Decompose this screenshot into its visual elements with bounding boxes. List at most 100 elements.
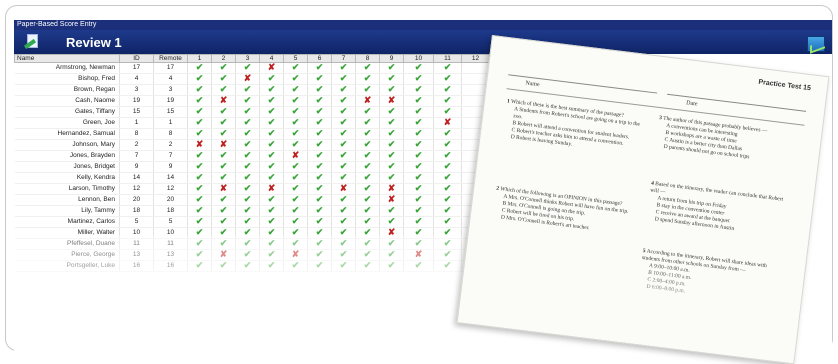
score-cell[interactable]: ✔ [187,150,212,162]
score-cell[interactable]: ✔ [283,205,308,217]
table-row[interactable]: Cash, Naome 19 19 ✔ ✘ ✔ ✔ ✔ ✔ ✔ ✘ ✘ ✔ ✔ [14,95,490,107]
score-cell[interactable]: ✔ [355,128,380,140]
score-cell[interactable]: ✔ [235,194,260,206]
score-cell[interactable]: ✔ [283,84,308,96]
score-cell[interactable]: ✔ [331,84,356,96]
score-cell[interactable]: ✔ [259,95,284,107]
table-row[interactable]: Kelly, Kendra 14 14 ✔ ✔ ✔ ✔ ✔ ✔ ✔ ✔ ✔ ✔ ✔ [14,172,490,184]
score-cell[interactable]: ✔ [211,150,236,162]
column-header[interactable]: 12 [461,54,490,63]
score-cell[interactable]: ✔ [259,172,284,184]
score-cell[interactable]: ✔ [307,84,332,96]
score-cell[interactable]: ✔ [403,73,434,85]
table-row[interactable]: Lennon, Ben 20 20 ✔ ✔ ✔ ✔ ✔ ✔ ✔ ✔ ✘ ✔ ✔ [14,194,490,206]
score-cell[interactable]: ✔ [355,183,380,195]
score-cell[interactable]: ✔ [211,73,236,85]
table-row[interactable]: Armstrong, Newman 17 17 ✔ ✔ ✔ ✘ ✔ ✔ ✔ ✔ ✔ ✔ ✔ [14,62,490,74]
score-cell[interactable]: ✔ [211,205,236,217]
score-cell[interactable]: ✔ [331,216,356,228]
score-cell[interactable]: ✔ [433,84,462,96]
score-cell[interactable]: ✔ [433,216,462,228]
score-cell[interactable]: ✔ [403,117,434,129]
score-cell[interactable]: ✘ [379,194,404,206]
score-cell[interactable]: ✔ [379,161,404,173]
score-cell[interactable]: ✔ [379,205,404,217]
score-cell[interactable]: ✔ [259,84,284,96]
score-cell[interactable]: ✔ [355,73,380,85]
score-cell[interactable]: ✔ [235,62,260,74]
score-cell[interactable]: ✔ [259,161,284,173]
score-cell[interactable]: ✔ [235,183,260,195]
score-cell[interactable]: ✔ [259,117,284,129]
chart-icon[interactable] [807,36,825,52]
score-cell[interactable]: ✔ [331,150,356,162]
score-cell[interactable]: ✘ [379,183,404,195]
score-cell[interactable]: ✔ [283,62,308,74]
score-cell[interactable]: ✔ [379,150,404,162]
score-cell[interactable]: ✔ [403,161,434,173]
score-cell[interactable]: ✔ [403,84,434,96]
score-cell[interactable]: ✔ [235,216,260,228]
score-cell[interactable]: ✔ [211,106,236,118]
score-cell[interactable]: ✔ [187,216,212,228]
score-cell[interactable]: ✔ [187,73,212,85]
score-cell[interactable]: ✔ [283,95,308,107]
score-cell[interactable]: ✔ [187,128,212,140]
score-cell[interactable]: ✔ [211,128,236,140]
score-cell[interactable]: ✔ [355,161,380,173]
score-cell[interactable]: ✔ [433,194,462,206]
score-cell[interactable]: ✔ [379,106,404,118]
score-cell[interactable]: ✔ [379,84,404,96]
score-cell[interactable]: ✘ [355,95,380,107]
score-cell[interactable]: ✔ [355,62,380,74]
table-row[interactable]: Bishop, Fred 4 4 ✔ ✔ ✘ ✔ ✔ ✔ ✔ ✔ ✔ ✔ ✔ [14,73,490,85]
score-cell[interactable]: ✔ [331,194,356,206]
score-cell[interactable]: ✔ [403,128,434,140]
score-cell[interactable]: ✔ [307,194,332,206]
score-cell[interactable]: ✔ [379,128,404,140]
score-cell[interactable]: ✔ [307,150,332,162]
score-cell[interactable]: ✘ [283,150,308,162]
score-cell[interactable]: ✔ [187,172,212,184]
score-cell[interactable]: ✔ [355,117,380,129]
score-cell[interactable]: ✘ [259,62,284,74]
score-cell[interactable]: ✘ [187,139,212,151]
score-cell[interactable]: ✔ [403,183,434,195]
score-cell[interactable]: ✘ [211,95,236,107]
score-cell[interactable]: ✔ [355,106,380,118]
score-cell[interactable]: ✔ [331,128,356,140]
score-cell[interactable]: ✔ [355,172,380,184]
score-cell[interactable]: ✔ [403,95,434,107]
table-row[interactable]: Hernandez, Samual 8 8 ✔ ✔ ✔ ✔ ✔ ✔ ✔ ✔ ✔ ✔ ✔ [14,128,490,140]
score-cell[interactable]: ✔ [355,216,380,228]
score-cell[interactable]: ✔ [259,106,284,118]
score-cell[interactable]: ✔ [307,73,332,85]
score-cell[interactable]: ✔ [403,106,434,118]
score-cell[interactable]: ✔ [187,106,212,118]
score-cell[interactable]: ✔ [379,117,404,129]
score-cell[interactable]: ✔ [331,172,356,184]
score-cell[interactable]: ✔ [331,161,356,173]
score-cell[interactable]: ✔ [283,194,308,206]
score-cell[interactable]: ✔ [187,95,212,107]
score-cell[interactable]: ✔ [331,106,356,118]
column-header[interactable]: ID [119,54,154,63]
score-cell[interactable]: ✔ [355,150,380,162]
score-cell[interactable]: ✔ [235,95,260,107]
score-cell[interactable]: ✔ [187,117,212,129]
score-cell[interactable]: ✔ [403,194,434,206]
score-cell[interactable]: ✔ [259,128,284,140]
score-cell[interactable]: ✔ [283,172,308,184]
table-row[interactable]: Lily, Tammy 18 18 ✔ ✔ ✔ ✔ ✔ ✔ ✔ ✔ ✔ ✔ ✔ [14,205,490,217]
score-cell[interactable]: ✔ [331,62,356,74]
score-cell[interactable]: ✔ [379,172,404,184]
table-row[interactable]: Gates, Tiffany 15 15 ✔ ✔ ✔ ✔ ✔ ✔ ✔ ✔ ✔ ✔ ✔ [14,106,490,118]
score-cell[interactable]: ✔ [307,183,332,195]
score-cell[interactable]: ✔ [403,205,434,217]
score-cell[interactable]: ✔ [355,194,380,206]
score-cell[interactable]: ✘ [433,117,462,129]
score-cell[interactable]: ✔ [379,62,404,74]
score-cell[interactable]: ✔ [433,150,462,162]
score-cell[interactable]: ✔ [235,84,260,96]
table-row[interactable]: Jones, Bridget 9 9 ✔ ✔ ✔ ✔ ✔ ✔ ✔ ✔ ✔ ✔ ✔ [14,161,490,173]
